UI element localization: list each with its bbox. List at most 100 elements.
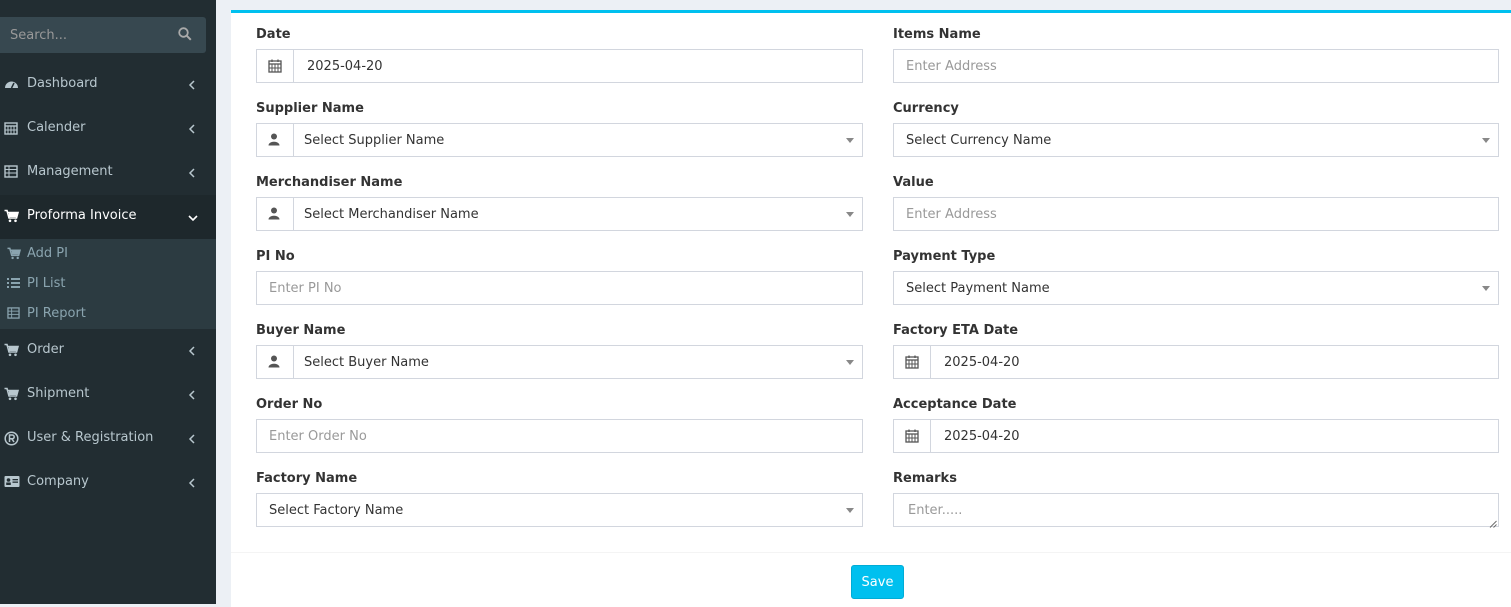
- user-icon: [268, 207, 280, 220]
- date-addon: [257, 50, 294, 82]
- cart-icon: [4, 343, 20, 359]
- id-card-icon: [4, 475, 20, 491]
- factory-value: Select Factory Name: [269, 503, 404, 518]
- sidebar-item-company[interactable]: Company: [0, 461, 216, 505]
- submenu-item-label: PI List: [27, 276, 66, 291]
- dashboard-icon: [4, 77, 20, 93]
- sidebar-item-label: Order: [27, 342, 64, 357]
- acceptance-field[interactable]: 2025-04-20: [893, 419, 1499, 453]
- supplier-label: Supplier Name: [256, 101, 364, 116]
- calendar-icon: [905, 355, 919, 369]
- factory-eta-value: 2025-04-20: [944, 355, 1020, 370]
- cart-icon: [4, 209, 20, 225]
- merchandiser-addon: [257, 198, 294, 230]
- items-placeholder: Enter Address: [906, 59, 997, 74]
- sidebar-item-calender[interactable]: Calender: [0, 107, 216, 151]
- calendar-icon: [905, 429, 919, 443]
- items-label: Items Name: [893, 27, 981, 42]
- user-icon: [268, 133, 280, 146]
- dropdown-caret-icon: [846, 360, 854, 365]
- buyer-value: Select Buyer Name: [304, 355, 429, 370]
- registered-icon: [4, 431, 20, 447]
- sidebar-item-proforma-invoice[interactable]: Proforma Invoice: [0, 195, 216, 239]
- buyer-select[interactable]: Select Buyer Name: [256, 345, 863, 379]
- buyer-label: Buyer Name: [256, 323, 346, 338]
- sidebar-item-shipment[interactable]: Shipment: [0, 373, 216, 417]
- order-no-input[interactable]: Enter Order No: [256, 419, 863, 453]
- remarks-placeholder: Enter.....: [908, 503, 963, 518]
- merchandiser-select[interactable]: Select Merchandiser Name: [256, 197, 863, 231]
- dropdown-caret-icon: [846, 212, 854, 217]
- submenu-item-label: PI Report: [27, 306, 86, 321]
- factory-eta-field[interactable]: 2025-04-20: [893, 345, 1499, 379]
- calendar-icon: [4, 121, 20, 137]
- merchandiser-value: Select Merchandiser Name: [304, 207, 479, 222]
- buyer-addon: [257, 346, 294, 378]
- sidebar-item-management[interactable]: Management: [0, 151, 216, 195]
- sidebar-item-label: Management: [27, 164, 113, 179]
- value-input[interactable]: Enter Address: [893, 197, 1499, 231]
- submenu-item-pi-list[interactable]: PI List: [0, 269, 216, 299]
- date-field[interactable]: 2025-04-20: [256, 49, 863, 83]
- currency-value: Select Currency Name: [906, 133, 1052, 148]
- list-icon: [7, 277, 21, 291]
- remarks-label: Remarks: [893, 471, 957, 486]
- submenu-item-add-pi[interactable]: Add PI: [0, 239, 216, 269]
- pi-no-label: PI No: [256, 249, 295, 264]
- sidebar-item-label: Dashboard: [27, 76, 98, 91]
- calendar-icon: [268, 59, 282, 73]
- search-icon[interactable]: [178, 27, 194, 43]
- chevron-left-icon: [188, 389, 198, 401]
- chevron-down-icon: [188, 211, 198, 223]
- date-value: 2025-04-20: [307, 59, 383, 74]
- dropdown-caret-icon: [1482, 286, 1490, 291]
- table-icon: [4, 165, 20, 181]
- chevron-left-icon: [188, 477, 198, 489]
- dropdown-caret-icon: [846, 508, 854, 513]
- value-placeholder: Enter Address: [906, 207, 997, 222]
- order-no-placeholder: Enter Order No: [269, 429, 367, 444]
- payment-label: Payment Type: [893, 249, 996, 264]
- currency-select[interactable]: Select Currency Name: [893, 123, 1499, 157]
- save-button[interactable]: Save: [851, 565, 904, 599]
- sidebar: Dashboard Calender Management Proforma I…: [0, 0, 216, 604]
- pi-no-placeholder: Enter PI No: [269, 281, 342, 296]
- merchandiser-label: Merchandiser Name: [256, 175, 403, 190]
- form-footer-divider: [231, 552, 1511, 553]
- payment-value: Select Payment Name: [906, 281, 1050, 296]
- search-input[interactable]: [0, 17, 160, 53]
- factory-label: Factory Name: [256, 471, 358, 486]
- sidebar-item-dashboard[interactable]: Dashboard: [0, 63, 216, 107]
- sidebar-item-label: Proforma Invoice: [27, 208, 137, 223]
- date-label: Date: [256, 27, 291, 42]
- acceptance-addon: [894, 420, 931, 452]
- factory-eta-label: Factory ETA Date: [893, 323, 1019, 338]
- table-icon: [7, 307, 21, 321]
- supplier-select[interactable]: Select Supplier Name: [256, 123, 863, 157]
- cart-icon: [4, 387, 20, 403]
- chevron-left-icon: [188, 345, 198, 357]
- factory-select[interactable]: Select Factory Name: [256, 493, 863, 527]
- items-input[interactable]: Enter Address: [893, 49, 1499, 83]
- payment-select[interactable]: Select Payment Name: [893, 271, 1499, 305]
- dropdown-caret-icon: [1482, 138, 1490, 143]
- sidebar-item-label: User & Registration: [27, 430, 154, 445]
- chevron-left-icon: [188, 123, 198, 135]
- factory-eta-addon: [894, 346, 931, 378]
- cart-icon: [7, 247, 22, 261]
- sidebar-item-user-registration[interactable]: User & Registration: [0, 417, 216, 461]
- order-no-label: Order No: [256, 397, 323, 412]
- sidebar-item-order[interactable]: Order: [0, 329, 216, 373]
- submenu-item-label: Add PI: [27, 246, 68, 261]
- resize-grip-icon[interactable]: [1489, 517, 1497, 528]
- currency-label: Currency: [893, 101, 959, 116]
- sidebar-item-label: Calender: [27, 120, 86, 135]
- pi-no-input[interactable]: Enter PI No: [256, 271, 863, 305]
- submenu-item-pi-report[interactable]: PI Report: [0, 299, 216, 329]
- remarks-textarea[interactable]: Enter.....: [893, 493, 1499, 528]
- chevron-left-icon: [188, 79, 198, 91]
- supplier-value: Select Supplier Name: [304, 133, 445, 148]
- proforma-submenu: Add PI PI List PI Report: [0, 239, 216, 329]
- acceptance-value: 2025-04-20: [944, 429, 1020, 444]
- acceptance-label: Acceptance Date: [893, 397, 1017, 412]
